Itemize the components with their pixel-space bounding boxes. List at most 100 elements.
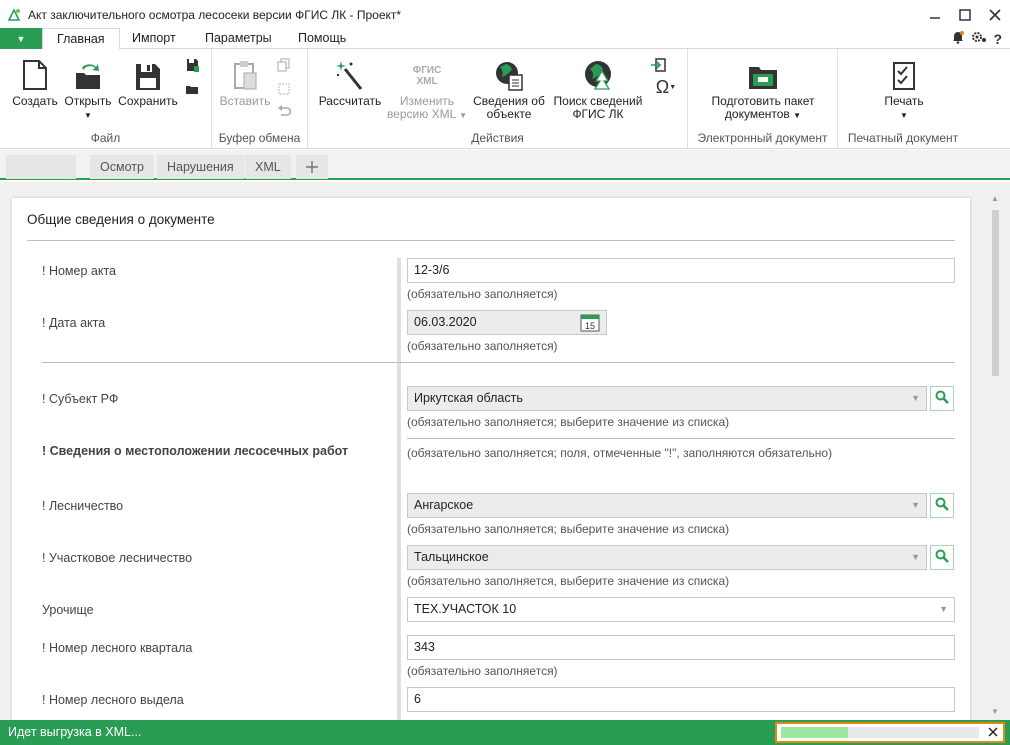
actions-group: Рассчитать ФГИС XML Изменить версию XML ▼… [308,49,688,149]
gear-icon[interactable] [971,30,987,47]
calendar-icon[interactable]: 15 [580,313,600,340]
district-search-button[interactable] [930,545,954,570]
chevron-down-icon: ▼ [459,111,468,120]
calculate-button[interactable]: Рассчитать [316,55,384,108]
scroll-up-icon[interactable]: ▲ [991,194,999,203]
edoc-group-label: Электронный документ [697,131,828,145]
forest-quarter-input[interactable]: 343 [407,635,955,660]
export-icon[interactable] [650,57,666,73]
district-forestry-select[interactable]: Тальцинское ▼ [407,545,927,570]
print-document-icon [868,55,940,91]
tab-import[interactable]: Импорт [118,28,190,49]
act-date-hint: (обязательно заполняется) [407,339,558,353]
create-button[interactable]: Создать [10,55,60,108]
copy-icon[interactable] [276,57,292,73]
magic-wand-icon [316,55,384,91]
forest-quarter-label: ! Номер лесного квартала [42,641,193,655]
change-xml-version-button[interactable]: ФГИС XML Изменить версию XML ▼ [386,55,468,122]
chevron-down-icon: ▼ [84,111,92,120]
act-date-label: ! Дата акта [42,316,106,330]
act-number-hint: (обязательно заполняется) [407,287,558,301]
section-divider [42,362,955,363]
add-tab-button[interactable] [296,155,328,179]
ribbon: Создать Открыть ▼ Сохранить Файл Вставить… [0,49,1010,149]
district-forestry-hint: (обязательно заполняется, выберите значе… [407,574,730,588]
page-title: Общие сведения о документе [27,212,215,227]
forestry-search-button[interactable] [930,493,954,518]
new-document-icon [10,55,60,91]
app-logo-icon [6,7,22,23]
subject-search-button[interactable] [930,386,954,411]
location-hint: (обязательно заполняется; поля, отмеченн… [407,446,833,460]
cancel-export-button[interactable] [985,726,1001,740]
title-divider [27,240,955,241]
open-button[interactable]: Открыть ▼ [62,55,114,122]
chevron-down-icon: ▼ [793,111,802,120]
scroll-thumb[interactable] [992,210,999,376]
globe-document-icon [470,55,548,91]
save-as-icon[interactable] [184,57,200,73]
tab-violations[interactable]: Нарушения [157,155,244,179]
bell-icon[interactable] [951,30,965,47]
prepare-package-button[interactable]: Подготовить пакет документов ▼ [694,55,832,122]
paste-button[interactable]: Вставить [218,55,272,108]
open-recent-icon[interactable] [184,81,200,97]
omega-symbol-icon[interactable]: Ω ▼ [652,77,680,97]
search-icon [935,390,949,407]
tab-inspection[interactable]: Осмотр [90,155,154,179]
green-folder-icon [694,55,832,91]
act-date-input[interactable]: 06.03.2020 15 [407,310,607,335]
cut-icon[interactable] [276,81,292,97]
tract-label: Урочище [42,603,94,617]
location-section-label: ! Сведения о местоположении лесосечных р… [42,444,349,458]
chevron-down-icon: ▼ [911,552,920,562]
status-text: Идет выгрузка в XML... [8,725,142,739]
forestry-select[interactable]: Ангарское ▼ [407,493,927,518]
chevron-down-icon: ▼ [900,111,908,120]
save-button[interactable]: Сохранить [118,55,178,108]
tab-parameters[interactable]: Параметры [191,28,286,49]
file-group-label: Файл [90,131,121,145]
tab-current[interactable]: Текущий [6,155,76,179]
column-splitter[interactable] [397,258,401,738]
print-group-label: Печатный документ [847,131,959,145]
act-number-input[interactable]: 12-3/6 [407,258,955,283]
clipboard-icon [218,55,272,91]
progress-panel [775,722,1005,743]
scroll-down-icon[interactable]: ▼ [991,707,999,716]
subject-select[interactable]: Иркутская область ▼ [407,386,927,411]
globe-tree-icon [550,55,646,91]
object-info-button[interactable]: Сведения об объекте [470,55,548,121]
close-icon[interactable] [980,0,1010,30]
file-group: Создать Открыть ▼ Сохранить Файл [0,49,212,149]
maximize-icon[interactable] [950,0,980,30]
district-forestry-label: ! Участковое лесничество [42,551,193,565]
help-icon[interactable]: ? [993,31,1002,47]
forest-allotment-input[interactable]: 6 [407,687,955,712]
clipboard-group: Вставить Буфер обмена [212,49,308,149]
minimize-icon[interactable] [920,0,950,30]
search-icon [935,549,949,566]
clipboard-group-label: Буфер обмена [218,131,301,145]
tab-home[interactable]: Главная [42,28,120,50]
undo-icon[interactable] [276,103,292,119]
edoc-group: Подготовить пакет документов ▼ Электронны… [688,49,838,149]
vertical-scrollbar[interactable]: ▲ ▼ [988,194,1002,716]
title-bar: Акт заключительного осмотра лесосеки вер… [0,0,1010,30]
chevron-down-icon: ▼ [939,604,948,614]
tract-select[interactable]: ТЕХ.УЧАСТОК 10 ▼ [407,597,955,622]
search-icon [935,497,949,514]
window-title: Акт заключительного осмотра лесосеки вер… [28,8,402,22]
open-folder-icon [62,55,114,91]
tab-help[interactable]: Помощь [284,28,360,49]
subject-label: ! Субъект РФ [42,392,119,406]
forest-allotment-label: ! Номер лесного выдела [42,693,184,707]
tab-xml[interactable]: XML [245,155,291,179]
file-menu-button[interactable]: ▼ [0,28,42,49]
print-button[interactable]: Печать ▼ [868,55,940,122]
floppy-disk-icon [118,55,178,91]
search-fgis-button[interactable]: Поиск сведений ФГИС ЛК [550,55,646,121]
act-number-label: ! Номер акта [42,264,116,278]
main-area: Общие сведения о документе ! Номер акта … [0,182,1010,738]
forest-quarter-hint: (обязательно заполняется) [407,664,558,678]
